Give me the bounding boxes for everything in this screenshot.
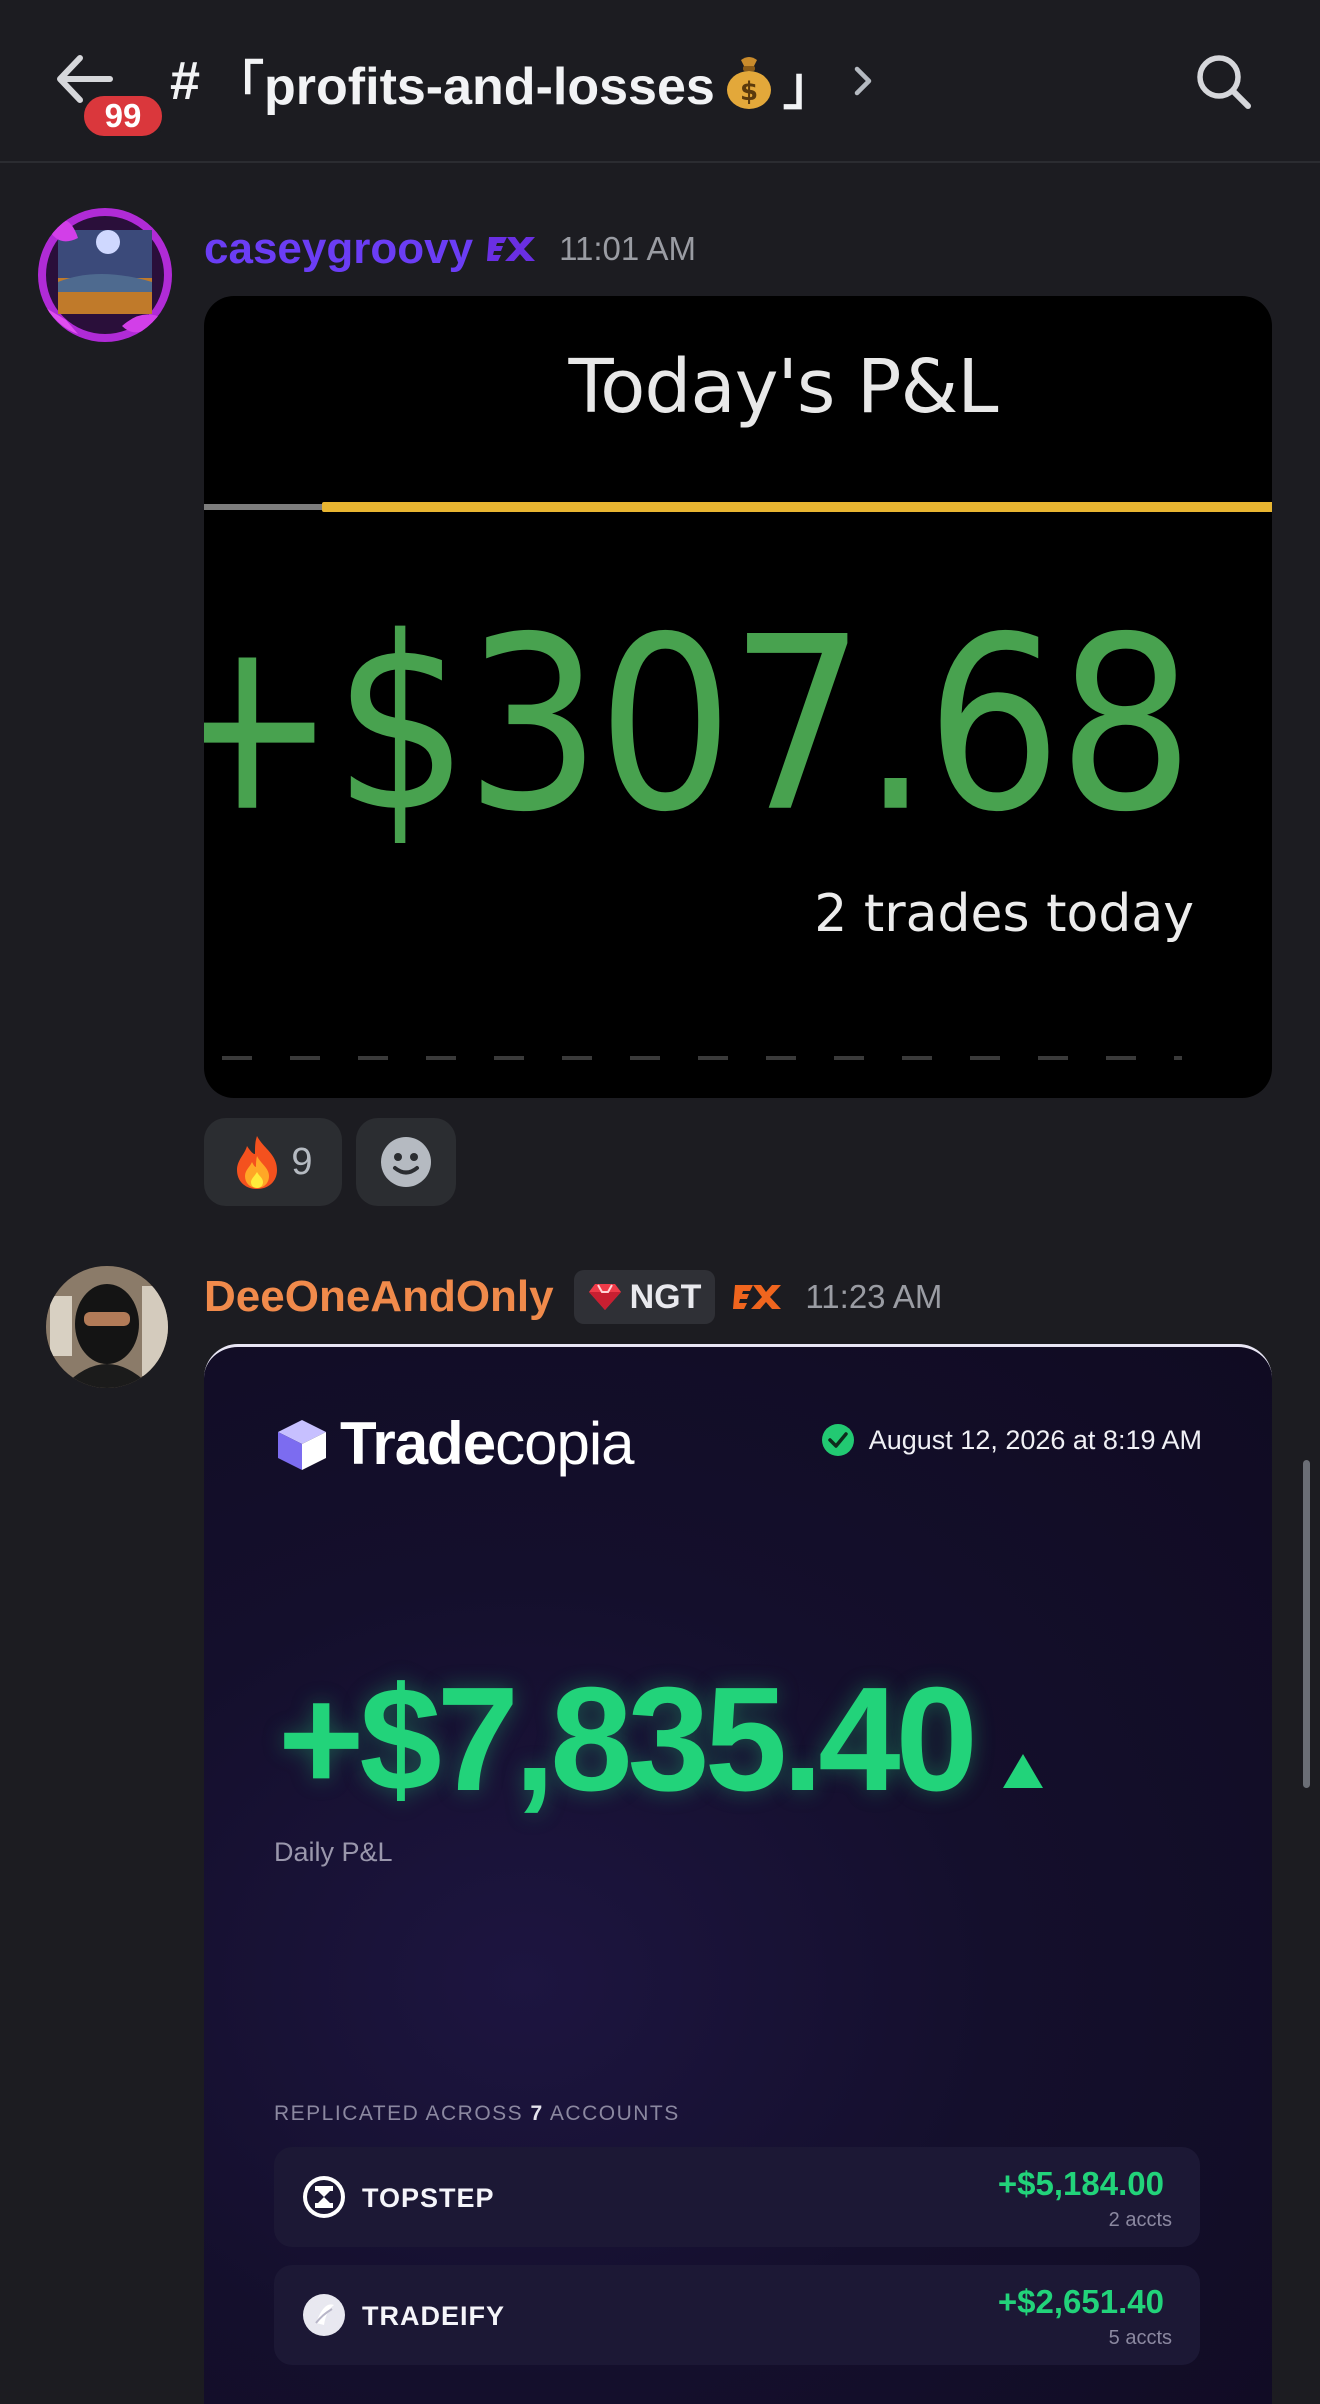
fire-icon — [237, 1136, 278, 1189]
pnl-amount: +$307.68 — [204, 586, 1194, 865]
message-header: DeeOneAndOnly NGT 11:23 AM — [204, 1270, 942, 1324]
search-button[interactable] — [1192, 50, 1256, 114]
tradeify-logo-icon — [303, 2294, 345, 2336]
username[interactable]: caseygroovy — [204, 224, 473, 274]
check-circle-icon — [821, 1424, 854, 1456]
account-count: 2 accts — [1108, 2209, 1172, 2231]
ex-tag-icon — [487, 237, 536, 261]
timestamp: 11:01 AM — [559, 230, 697, 267]
channel-name: 「profits-and-losses — [212, 57, 715, 116]
trades-count: 2 trades today — [814, 884, 1194, 944]
avatar-image — [46, 1266, 168, 1388]
account-name: TOPSTEP — [362, 2183, 495, 2213]
gem-icon — [588, 1284, 621, 1310]
daily-pnl-label: Daily P&L — [274, 1837, 393, 1867]
daily-pnl-amount: +$7,835.40 — [278, 1657, 978, 1822]
triangle-up-icon — [1002, 1754, 1043, 1788]
role-badge-label: NGT — [629, 1277, 702, 1316]
reactions-bar: 9 — [204, 1118, 456, 1206]
reaction-fire[interactable]: 9 — [204, 1118, 342, 1206]
cube-logo-icon — [278, 1419, 326, 1470]
account-value: +$2,651.40 — [997, 2283, 1164, 2320]
chevron-right-icon — [854, 66, 872, 96]
dashed-divider — [222, 1056, 1182, 1060]
daily-pnl: +$7,835.40 — [278, 1655, 1045, 1825]
add-reaction-button[interactable] — [356, 1118, 456, 1206]
account-value: +$5,184.00 — [997, 2165, 1164, 2202]
report-date: August 12, 2026 at 8:19 AM — [821, 1423, 1202, 1457]
progress-track — [204, 504, 322, 510]
account-name: TRADEIFY — [362, 2301, 505, 2331]
message-header: caseygroovy 11:01 AM — [204, 224, 696, 274]
search-icon — [1197, 55, 1251, 109]
tradecopia-image[interactable]: Tradecopia August 12, 2026 at 8:19 AM +$… — [204, 1344, 1272, 2404]
account-row-topstep: TOPSTEP +$5,184.00 2 accts — [274, 2147, 1200, 2247]
pnl-card-title: Today's P&L — [568, 344, 999, 430]
role-badge[interactable]: NGT — [573, 1270, 716, 1324]
replicated-summary: REPLICATED ACROSS 7 ACCOUNTS — [274, 2102, 680, 2125]
timestamp: 11:23 AM — [805, 1278, 943, 1315]
scrollbar[interactable] — [1303, 1460, 1310, 1788]
account-row-tradeify: TRADEIFY +$2,651.40 5 accts — [274, 2265, 1200, 2365]
topstep-logo-icon — [303, 2176, 345, 2218]
avatar[interactable] — [46, 1266, 168, 1388]
money-bag-icon: $ — [726, 57, 771, 109]
date-text: August 12, 2026 at 8:19 AM — [868, 1424, 1202, 1455]
unread-badge: 99 — [80, 92, 166, 140]
avatar[interactable] — [38, 208, 172, 342]
svg-text:$: $ — [740, 77, 758, 107]
channel-header: 99 # 「profits-and-losses $ 」 — [0, 0, 1320, 163]
smiley-add-icon — [381, 1137, 431, 1187]
username[interactable]: DeeOneAndOnly — [204, 1272, 554, 1322]
brand-name: Tradecopia — [340, 1410, 635, 1477]
pnl-image[interactable]: Today's P&L +$307.68 2 trades today — [204, 296, 1272, 1098]
channel-name-suffix: 」 — [782, 57, 835, 116]
progress-fill — [322, 502, 1272, 512]
hash-icon: # — [170, 51, 201, 111]
tradecopia-logo: Tradecopia — [274, 1409, 635, 1478]
reaction-count: 9 — [291, 1140, 313, 1183]
channel-title[interactable]: # 「profits-and-losses $ 」 — [170, 46, 877, 116]
avatar-image — [38, 208, 172, 342]
account-count: 5 accts — [1108, 2327, 1172, 2349]
ex-tag-icon — [733, 1285, 782, 1309]
